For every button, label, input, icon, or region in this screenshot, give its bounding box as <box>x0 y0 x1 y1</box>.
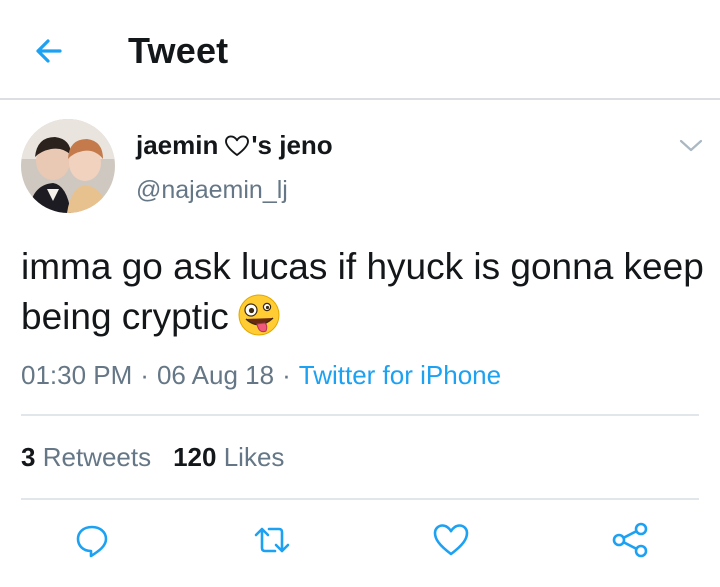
zany-face-emoji-icon <box>238 294 280 336</box>
retweet-icon <box>254 527 290 553</box>
display-name[interactable]: jaemin 's jeno <box>136 130 333 161</box>
tweet-stats: 3 Retweets 120 Likes <box>21 442 284 473</box>
tweet-detail: jaemin 's jeno @najaemin_lj imma go ask … <box>0 102 720 587</box>
page-title: Tweet <box>128 30 229 71</box>
retweets-count: 3 <box>21 442 36 472</box>
likes-label: Likes <box>223 442 285 472</box>
like-icon <box>433 524 469 556</box>
tweet-body: imma go ask lucas if hyuck is gonna keep… <box>21 246 704 337</box>
tweet-date: 06 Aug 18 <box>156 360 275 390</box>
display-name-first: jaemin <box>136 130 219 160</box>
like-button[interactable] <box>431 520 471 560</box>
reply-icon <box>76 525 108 558</box>
separator: · <box>282 360 291 390</box>
arrow-left-icon <box>36 39 62 63</box>
reply-button[interactable] <box>72 520 112 560</box>
share-button[interactable] <box>610 520 650 560</box>
retweet-button[interactable] <box>252 520 292 560</box>
heart-outline-icon <box>225 134 250 156</box>
share-icon <box>612 522 648 558</box>
tweet-actions <box>0 520 720 570</box>
divider <box>21 498 699 500</box>
likes-count: 120 <box>173 442 217 472</box>
likes-stat[interactable]: 120 Likes <box>173 442 284 472</box>
display-name-rest: 's jeno <box>251 130 333 160</box>
more-options-button[interactable] <box>676 132 706 158</box>
top-bar: Tweet <box>0 0 720 100</box>
retweets-stat[interactable]: 3 Retweets <box>21 442 151 472</box>
username[interactable]: @najaemin_lj <box>136 176 288 205</box>
tweet-time: 01:30 PM <box>21 360 133 390</box>
divider <box>21 414 699 416</box>
tweet-text: imma go ask lucas if hyuck is gonna keep… <box>21 242 711 342</box>
separator: · <box>140 360 149 390</box>
tweet-meta: 01:30 PM · 06 Aug 18 · Twitter for iPhone <box>21 360 501 391</box>
tweet-source-link[interactable]: Twitter for iPhone <box>299 360 501 390</box>
chevron-down-icon <box>679 139 703 152</box>
back-button[interactable] <box>30 31 70 71</box>
avatar[interactable] <box>21 119 115 213</box>
retweets-label: Retweets <box>42 442 152 472</box>
